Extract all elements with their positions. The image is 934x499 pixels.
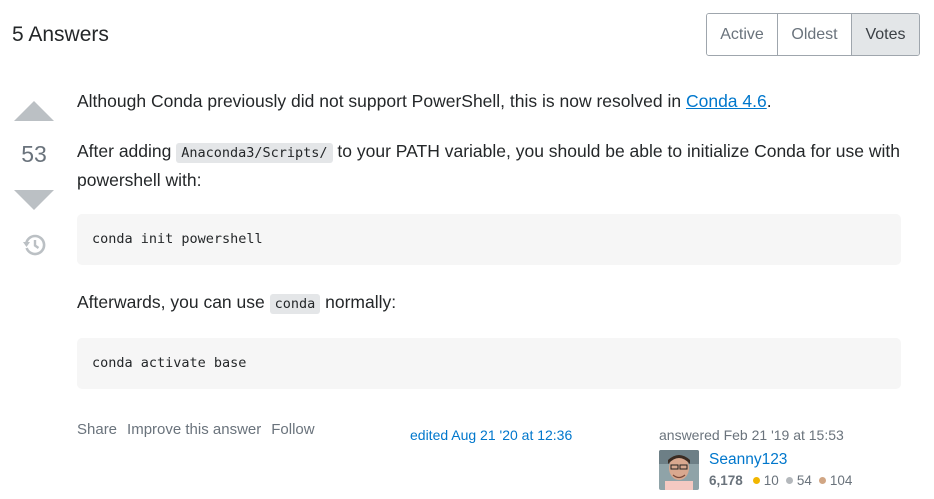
post-menu: Share Improve this answer Follow (77, 421, 315, 438)
sort-active-button[interactable]: Active (707, 14, 778, 55)
silver-badge-count: 54 (796, 473, 812, 488)
sort-oldest-button[interactable]: Oldest (778, 14, 852, 55)
bronze-badge-icon (818, 477, 826, 484)
answer-paragraph-1: Although Conda previously did not suppor… (77, 88, 907, 115)
paragraph-text: normally: (320, 292, 397, 312)
answer-paragraph-2: After adding Anaconda3/Scripts/ to your … (77, 138, 907, 194)
follow-link[interactable]: Follow (271, 421, 314, 438)
history-icon[interactable] (22, 232, 48, 258)
code-block: conda init powershell (77, 214, 901, 265)
downvote-arrow-icon[interactable] (14, 190, 54, 210)
inline-code: Anaconda3/Scripts/ (176, 143, 333, 163)
gold-badge-icon (752, 477, 760, 484)
conda-4-6-link[interactable]: Conda 4.6 (686, 91, 767, 111)
upvote-arrow-icon[interactable] (14, 101, 54, 121)
silver-badge-icon (785, 477, 793, 484)
avatar[interactable] (659, 450, 699, 490)
edited-timestamp-link[interactable]: edited Aug 21 '20 at 12:36 (410, 427, 572, 443)
answered-timestamp: answered Feb 21 '19 at 15:53 (659, 427, 844, 443)
code-block: conda activate base (77, 338, 901, 389)
answers-heading: 5 Answers (12, 23, 109, 46)
bronze-badge-count: 104 (829, 473, 853, 488)
paragraph-text: After adding (77, 141, 177, 161)
gold-badge-count: 10 (763, 473, 779, 488)
reputation-score: 6,178 (709, 473, 743, 488)
paragraph-text: Although Conda previously did not suppor… (77, 91, 686, 111)
paragraph-text: . (766, 91, 772, 111)
answer-paragraph-3: Afterwards, you can use conda normally: (77, 289, 907, 318)
improve-answer-link[interactable]: Improve this answer (127, 421, 261, 438)
sort-votes-button[interactable]: Votes (852, 14, 919, 55)
user-reputation: 6,178 10 54 104 (709, 473, 852, 488)
vote-count: 53 (21, 141, 47, 167)
sort-tabs: Active Oldest Votes (706, 13, 920, 56)
user-name-link[interactable]: Seanny123 (709, 451, 787, 469)
share-link[interactable]: Share (77, 421, 117, 438)
paragraph-text: Afterwards, you can use (77, 292, 270, 312)
inline-code: conda (269, 294, 321, 314)
